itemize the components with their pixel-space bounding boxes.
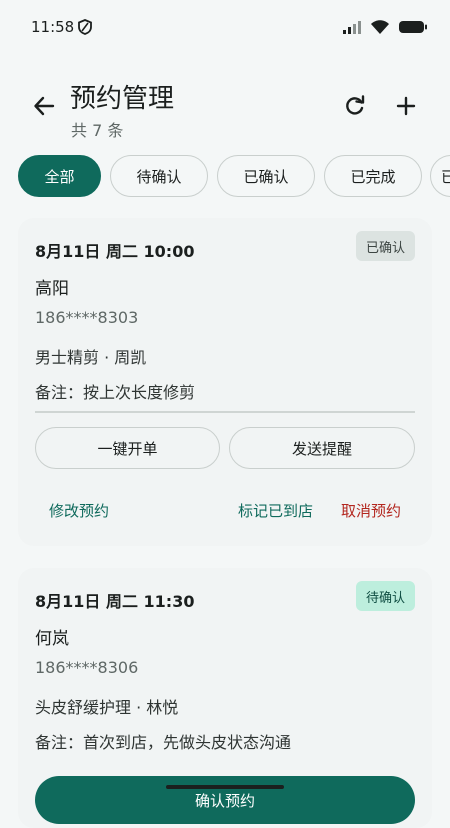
wifi-icon — [370, 19, 390, 39]
status-icons — [342, 19, 428, 39]
status-filter-bar: 全部 待确认 已确认 已完成 已 — [18, 155, 450, 199]
record-count: 共 7 条 — [71, 121, 124, 140]
filter-chip-more[interactable]: 已 — [430, 155, 450, 197]
battery-icon — [398, 19, 428, 39]
filter-chip-confirmed[interactable]: 已确认 — [217, 155, 315, 197]
confirm-appointment-button[interactable]: 确认预约 — [35, 776, 415, 824]
divider — [35, 411, 415, 413]
customer-name: 何岚 — [35, 629, 69, 649]
service-info: 男士精剪 · 周凯 — [35, 348, 147, 367]
appointment-datetime: 8月11日 周二 11:30 — [35, 592, 195, 611]
open-order-button[interactable]: 一键开单 — [35, 427, 220, 469]
filter-chip-all[interactable]: 全部 — [18, 155, 101, 197]
app-bar: 预约管理 共 7 条 — [0, 70, 450, 146]
appointment-note: 备注：按上次长度修剪 — [35, 383, 196, 402]
back-button[interactable] — [28, 92, 60, 124]
cancel-appointment-link[interactable]: 取消预约 — [341, 500, 401, 521]
appointment-note: 备注：首次到店，先做头皮状态沟通 — [35, 733, 292, 752]
mark-arrived-link[interactable]: 标记已到店 — [238, 500, 313, 521]
plus-icon — [396, 96, 416, 120]
send-reminder-button[interactable]: 发送提醒 — [229, 427, 415, 469]
service-info: 头皮舒缓护理 · 林悦 — [35, 698, 179, 717]
arrow-left-icon — [33, 95, 55, 121]
appointment-card[interactable]: 8月11日 周二 11:30 待确认 何岚 186****8306 头皮舒缓护理… — [18, 568, 432, 828]
refresh-icon — [344, 95, 366, 121]
appointment-datetime: 8月11日 周二 10:00 — [35, 242, 195, 261]
refresh-button[interactable] — [339, 92, 371, 124]
filter-chip-pending[interactable]: 待确认 — [110, 155, 208, 197]
customer-name: 高阳 — [35, 279, 69, 299]
customer-phone: 186****8306 — [35, 658, 139, 677]
add-button[interactable] — [390, 92, 422, 124]
home-indicator[interactable] — [166, 785, 284, 789]
status-bar: 11:58 — [0, 0, 450, 56]
customer-phone: 186****8303 — [35, 308, 139, 327]
status-badge: 已确认 — [355, 231, 415, 261]
signal-icon — [342, 19, 362, 39]
modify-appointment-link[interactable]: 修改预约 — [49, 500, 109, 521]
page-title: 预约管理 — [70, 84, 175, 114]
shield-icon — [78, 19, 92, 39]
filter-chip-completed[interactable]: 已完成 — [324, 155, 422, 197]
appointment-card[interactable]: 8月11日 周二 10:00 已确认 高阳 186****8303 男士精剪 ·… — [18, 218, 432, 546]
status-time: 11:58 — [31, 18, 75, 36]
status-badge: 待确认 — [355, 581, 415, 611]
